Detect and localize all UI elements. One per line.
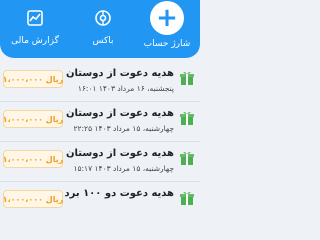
amount-badge: ۱،۰۰۰،۰۰۰ ریال (3, 190, 63, 208)
transaction-date: چهارشنبه، ۱۵ مرداد ۱۴۰۳ ۲۲:۲۵ (73, 124, 174, 133)
transaction-title: هدیه دعوت از دوستان (66, 108, 174, 119)
box-label: باکس (92, 36, 114, 46)
transaction-row[interactable]: ۱،۰۰۰،۰۰۰ ریال هدیه دعوت از دوستان پنجشن… (0, 62, 200, 102)
charge-account-label: شارژ حساب (143, 39, 191, 49)
transaction-date: چهارشنبه، ۱۵ مرداد ۱۴۰۳ ۱۵:۱۷ (73, 164, 174, 173)
amount-badge: ۱،۰۰۰،۰۰۰ ریال (3, 150, 63, 168)
amount-badge: ۱،۰۰۰،۰۰۰ ریال (3, 110, 63, 128)
transaction-title: هدیه دعوت از دوستان (66, 148, 174, 159)
plus-icon: + (150, 1, 184, 35)
gift-icon (180, 151, 194, 165)
transaction-row[interactable]: ۱،۰۰۰،۰۰۰ ریال هدیه دعوت از دوستان چهارش… (0, 142, 200, 182)
gift-icon (180, 71, 194, 85)
box-icon (89, 4, 117, 32)
report-icon (21, 4, 49, 32)
gift-icon (180, 111, 194, 125)
transaction-row[interactable]: ۱،۰۰۰،۰۰۰ ریال هدیه دعوت از دوستان چهارش… (0, 102, 200, 142)
financial-report-label: گزارش مالی (11, 36, 59, 46)
financial-report-button[interactable]: گزارش مالی (4, 4, 66, 54)
transaction-row[interactable]: ۱،۰۰۰،۰۰۰ ریال هدیه دعوت دو ۱۰۰ برد (0, 182, 200, 222)
top-actions-bar: گزارش مالی باکس + شارژ حساب (0, 0, 200, 58)
transaction-title: هدیه دعوت دو ۱۰۰ برد (64, 188, 174, 199)
amount-badge: ۱،۰۰۰،۰۰۰ ریال (3, 70, 63, 88)
charge-account-button[interactable]: + شارژ حساب (136, 1, 198, 54)
box-button[interactable]: باکس (72, 4, 134, 54)
transaction-title: هدیه دعوت از دوستان (66, 68, 174, 79)
gift-icon (180, 191, 194, 205)
transaction-date: پنجشنبه، ۱۶ مرداد ۱۴۰۳ ۱۶:۰۱ (77, 84, 174, 93)
